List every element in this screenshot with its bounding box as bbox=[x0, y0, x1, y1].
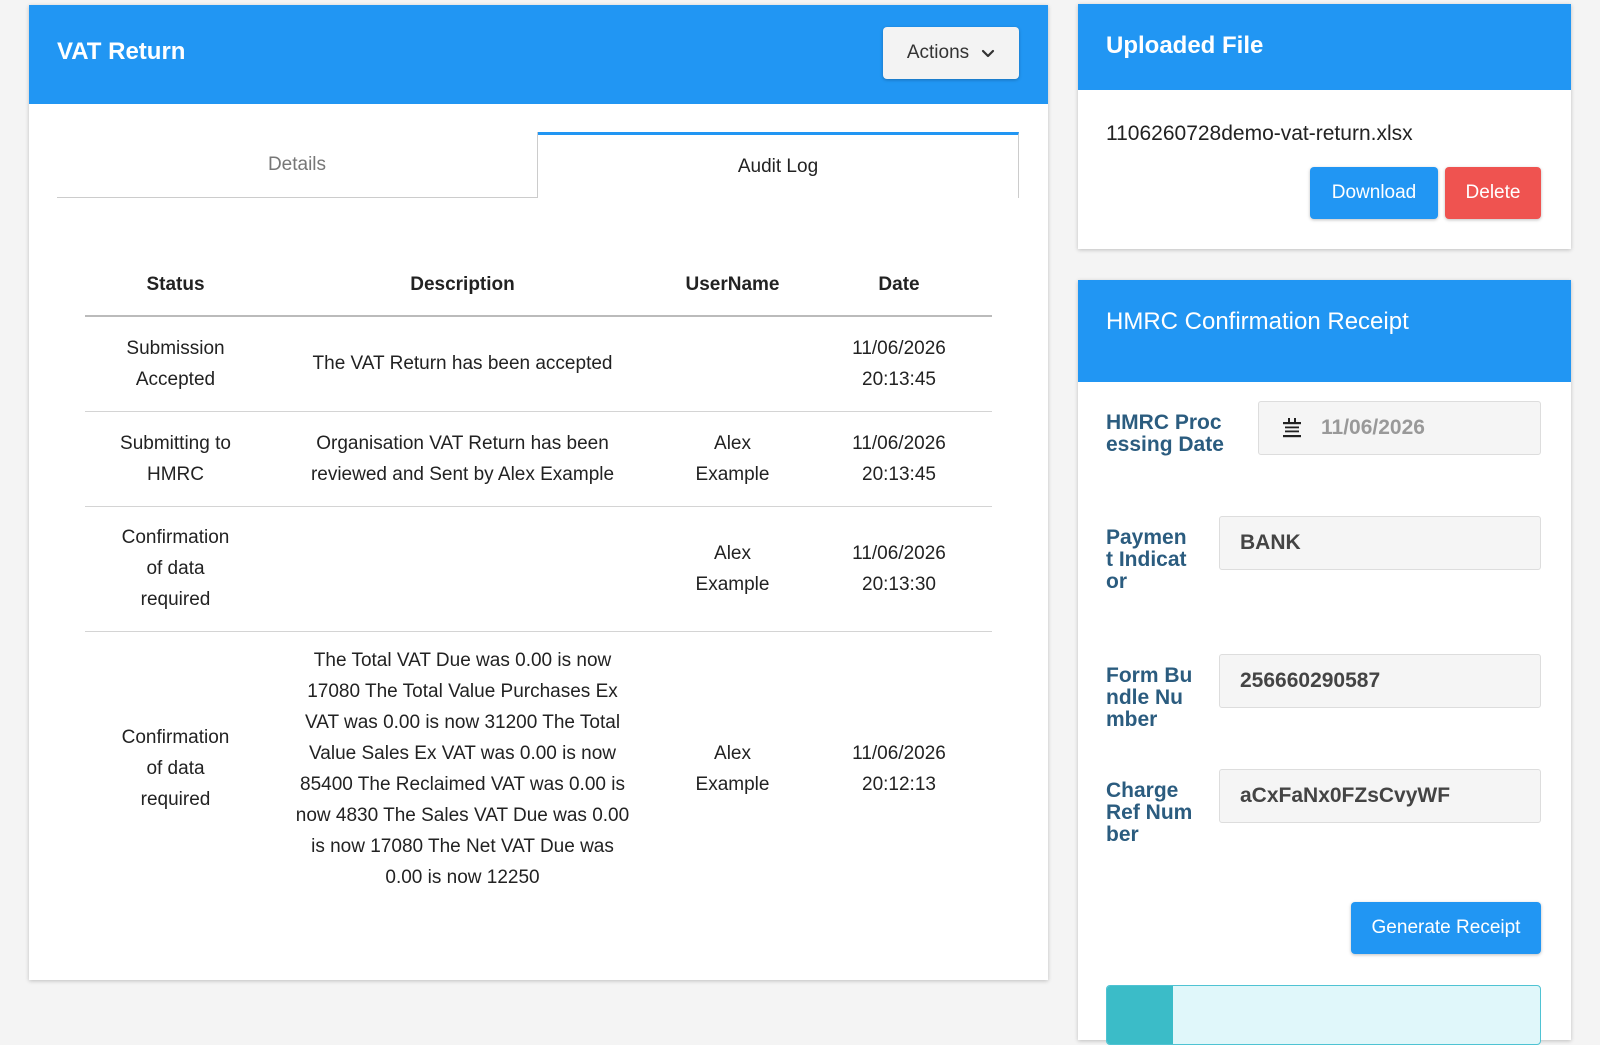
info-alert-accent bbox=[1107, 986, 1173, 1044]
date-text: 11/06/2026 bbox=[852, 542, 946, 564]
description-cell: Organisation VAT Return has been reviewe… bbox=[266, 411, 659, 507]
processing-date-field[interactable]: 11/06/2026 bbox=[1258, 401, 1541, 455]
time-text: 20:13:45 bbox=[862, 368, 936, 390]
description-cell bbox=[266, 506, 659, 632]
tab-bar: Details Audit Log bbox=[57, 132, 1019, 198]
file-name: 1106260728demo-vat-return.xlsx bbox=[1106, 122, 1413, 145]
username-cell: Alex Example bbox=[659, 411, 806, 507]
calendar-icon bbox=[1283, 418, 1301, 438]
info-alert bbox=[1106, 985, 1541, 1045]
uploaded-file-title: Uploaded File bbox=[1106, 32, 1264, 59]
column-header-username: UserName bbox=[659, 257, 806, 317]
charge-ref-number-value: aCxFaNx0FZsCvyWF bbox=[1240, 784, 1451, 807]
status-text-line: Confirmation bbox=[121, 727, 230, 749]
username-cell: Alex Example bbox=[659, 631, 806, 906]
form-bundle-number-field[interactable]: 256660290587 bbox=[1219, 654, 1541, 708]
username-cell: Alex Example bbox=[659, 506, 806, 632]
table-header-row: Status Description UserName Date bbox=[85, 257, 992, 317]
username-text-line: Example bbox=[695, 463, 770, 485]
date-cell: 11/06/2026 20:13:45 bbox=[806, 316, 992, 412]
processing-date-value: 11/06/2026 bbox=[1321, 416, 1425, 439]
table-row: Confirmation of data required Alex Examp… bbox=[85, 506, 992, 632]
table-row: Confirmation of data required The Total … bbox=[85, 631, 992, 906]
column-header-status: Status bbox=[85, 257, 266, 317]
tab-details[interactable]: Details bbox=[57, 132, 538, 198]
description-text-line: The VAT Return has been accepted bbox=[312, 353, 613, 375]
column-header-date: Date bbox=[806, 257, 992, 317]
username-text-line: Alex bbox=[714, 542, 751, 564]
description-text-line: VAT was 0.00 is now 31200 The Total bbox=[304, 711, 621, 733]
payment-indicator-field[interactable]: BANK bbox=[1219, 516, 1541, 570]
actions-dropdown-button[interactable]: Actions bbox=[883, 27, 1019, 79]
date-cell: 11/06/2026 20:13:30 bbox=[806, 506, 992, 632]
payment-indicator-value: BANK bbox=[1240, 531, 1301, 554]
charge-ref-number-field[interactable]: aCxFaNx0FZsCvyWF bbox=[1219, 769, 1541, 823]
description-text-line: Organisation VAT Return has been bbox=[316, 432, 609, 454]
status-cell: Confirmation of data required bbox=[85, 506, 266, 632]
vat-return-card: VAT Return Actions Details Audit Log Sta… bbox=[29, 5, 1048, 980]
username-text-line: Alex bbox=[714, 742, 751, 764]
form-bundle-number-value: 256660290587 bbox=[1240, 669, 1381, 692]
time-text: 20:13:30 bbox=[862, 573, 936, 595]
processing-date-label: HMRC Processing Date bbox=[1106, 411, 1224, 456]
audit-log-table: Status Description UserName Date Submiss… bbox=[85, 257, 992, 906]
date-cell: 11/06/2026 20:12:13 bbox=[806, 631, 992, 906]
date-text: 11/06/2026 bbox=[852, 742, 946, 764]
vat-return-header: VAT Return Actions bbox=[29, 5, 1048, 104]
hmrc-receipt-header: HMRC Confirmation Receipt bbox=[1078, 280, 1571, 382]
date-text: 11/06/2026 bbox=[852, 432, 946, 454]
description-text-line: 0.00 is now 12250 bbox=[385, 866, 540, 888]
status-cell: Submitting to HMRC bbox=[85, 411, 266, 507]
payment-indicator-label: Payment Indicator bbox=[1106, 526, 1187, 593]
time-text: 20:12:13 bbox=[862, 773, 936, 795]
status-text-line: required bbox=[140, 589, 211, 610]
description-text-line: 17080 The Total Value Purchases Ex bbox=[307, 680, 618, 702]
status-text-line: Submission bbox=[126, 337, 225, 359]
uploaded-file-card: Uploaded File 1106260728demo-vat-return.… bbox=[1078, 4, 1571, 249]
date-text: 11/06/2026 bbox=[852, 337, 946, 359]
date-cell: 11/06/2026 20:13:45 bbox=[806, 411, 992, 507]
status-cell: Submission Accepted bbox=[85, 316, 266, 412]
uploaded-file-header: Uploaded File bbox=[1078, 4, 1571, 90]
charge-ref-number-label: Charge Ref Number bbox=[1106, 779, 1193, 846]
hmrc-receipt-card: HMRC Confirmation Receipt HMRC Processin… bbox=[1078, 280, 1571, 1045]
generate-receipt-button[interactable]: Generate Receipt bbox=[1351, 902, 1541, 954]
status-cell: Confirmation of data required bbox=[85, 631, 266, 906]
username-text-line: Alex bbox=[714, 432, 751, 454]
description-text-line: is now 17080 The Net VAT Due was bbox=[311, 835, 614, 857]
page-title: VAT Return bbox=[57, 38, 186, 65]
column-header-description: Description bbox=[266, 257, 659, 317]
description-text-line: The Total VAT Due was 0.00 is now bbox=[313, 649, 612, 671]
description-text-line: 85400 The Reclaimed VAT was 0.00 is bbox=[300, 773, 625, 795]
description-text-line: reviewed and Sent by Alex Example bbox=[310, 463, 615, 485]
description-cell: The VAT Return has been accepted bbox=[266, 316, 659, 412]
status-text-line: Accepted bbox=[135, 368, 216, 390]
username-cell bbox=[659, 316, 806, 412]
download-button[interactable]: Download bbox=[1310, 167, 1438, 219]
form-bundle-number-label: Form Bundle Number bbox=[1106, 664, 1193, 731]
status-text-line: of data bbox=[146, 558, 205, 579]
username-text-line: Example bbox=[695, 773, 770, 795]
description-text-line: now 4830 The Sales VAT Due was 0.00 bbox=[295, 804, 630, 826]
actions-label: Actions bbox=[906, 42, 970, 63]
status-text-line: Submitting to bbox=[120, 432, 231, 454]
delete-button[interactable]: Delete bbox=[1445, 167, 1541, 219]
table-row: Submission Accepted The VAT Return has b… bbox=[85, 316, 992, 412]
status-text-line: required bbox=[140, 789, 211, 811]
time-text: 20:13:45 bbox=[862, 463, 936, 485]
status-text-line: of data bbox=[146, 758, 205, 780]
description-cell: The Total VAT Due was 0.00 is now 17080 … bbox=[266, 631, 659, 906]
hmrc-receipt-title: HMRC Confirmation Receipt bbox=[1106, 308, 1409, 335]
status-text-line: Confirmation bbox=[121, 527, 230, 548]
username-text-line: Example bbox=[695, 573, 770, 595]
table-row: Submitting to HMRC Organisation VAT Retu… bbox=[85, 411, 992, 507]
tab-audit-log[interactable]: Audit Log bbox=[538, 132, 1019, 198]
chevron-down-icon bbox=[982, 49, 995, 58]
description-text-line: Value Sales Ex VAT was 0.00 is now bbox=[309, 742, 616, 764]
status-text-line: HMRC bbox=[147, 463, 204, 485]
